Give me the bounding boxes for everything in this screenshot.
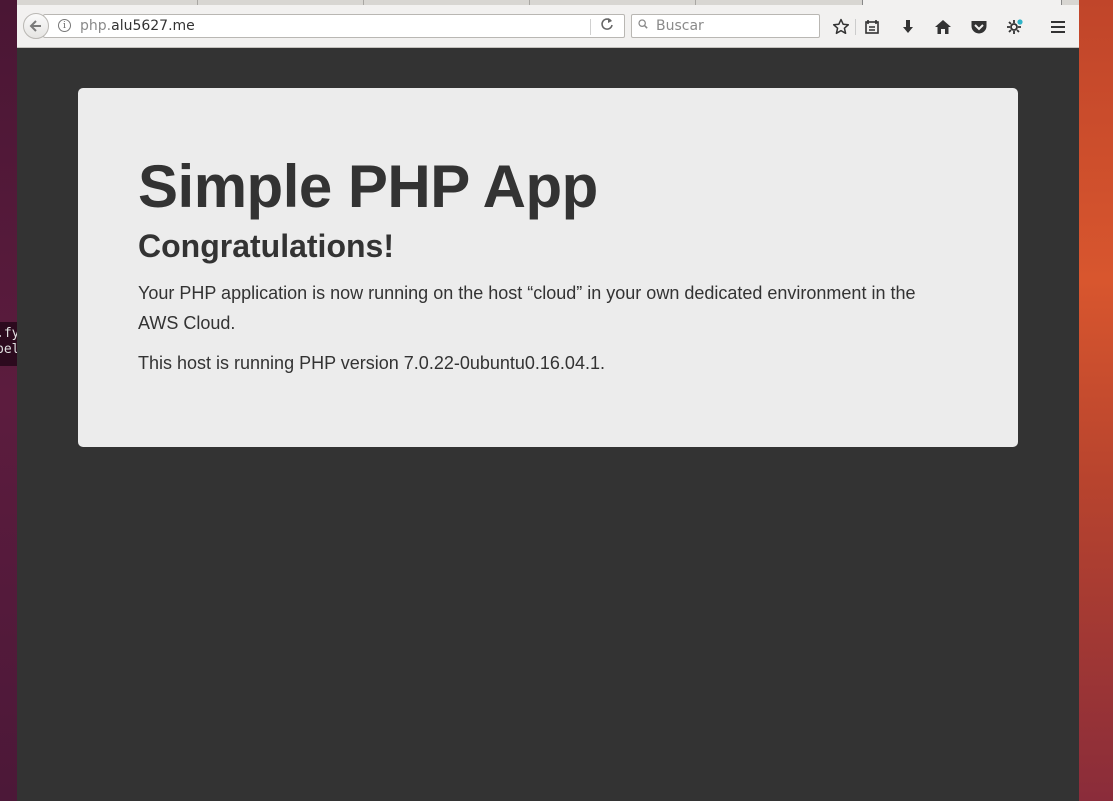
- reading-list-icon[interactable]: [862, 17, 882, 37]
- menu-icon[interactable]: [1048, 17, 1068, 37]
- url-bar-divider: [590, 19, 591, 35]
- url-bar[interactable]: i php.alu5627.me: [43, 14, 625, 38]
- home-icon[interactable]: [933, 17, 953, 37]
- background-terminal-snippet: .fy pel: [0, 322, 17, 366]
- toolbar-divider: [855, 19, 856, 35]
- browser-window: i php.alu5627.me Buscar Simple PHP App C…: [17, 0, 1079, 801]
- pocket-icon[interactable]: [969, 17, 989, 37]
- reload-icon[interactable]: [600, 17, 614, 34]
- info-icon[interactable]: i: [58, 19, 71, 32]
- bookmark-star-icon[interactable]: [831, 17, 851, 37]
- search-bar[interactable]: Buscar: [631, 14, 820, 38]
- jumbotron-panel: Simple PHP App Congratulations! Your PHP…: [78, 88, 1018, 447]
- url-domain: alu5627.me: [111, 18, 195, 34]
- url-prefix: php.: [80, 18, 112, 34]
- back-icon: [29, 20, 41, 32]
- terminal-line: pel: [0, 342, 17, 357]
- extension-icon[interactable]: [1005, 17, 1025, 37]
- navigation-toolbar: i php.alu5627.me Buscar: [17, 5, 1079, 48]
- page-subtitle: Congratulations!: [138, 228, 394, 264]
- page-title: Simple PHP App: [138, 153, 598, 220]
- desktop-wallpaper-left: [0, 0, 17, 801]
- search-icon: [638, 19, 648, 29]
- download-icon[interactable]: [898, 17, 918, 37]
- description-paragraph: Your PHP application is now running on t…: [138, 283, 916, 333]
- search-placeholder: Buscar: [656, 18, 704, 34]
- back-button[interactable]: [23, 13, 49, 39]
- php-version-paragraph: This host is running PHP version 7.0.22-…: [138, 353, 605, 373]
- desktop-wallpaper-right: [1079, 0, 1113, 801]
- terminal-line: .fy: [0, 326, 17, 341]
- url-text[interactable]: php.alu5627.me: [80, 18, 195, 34]
